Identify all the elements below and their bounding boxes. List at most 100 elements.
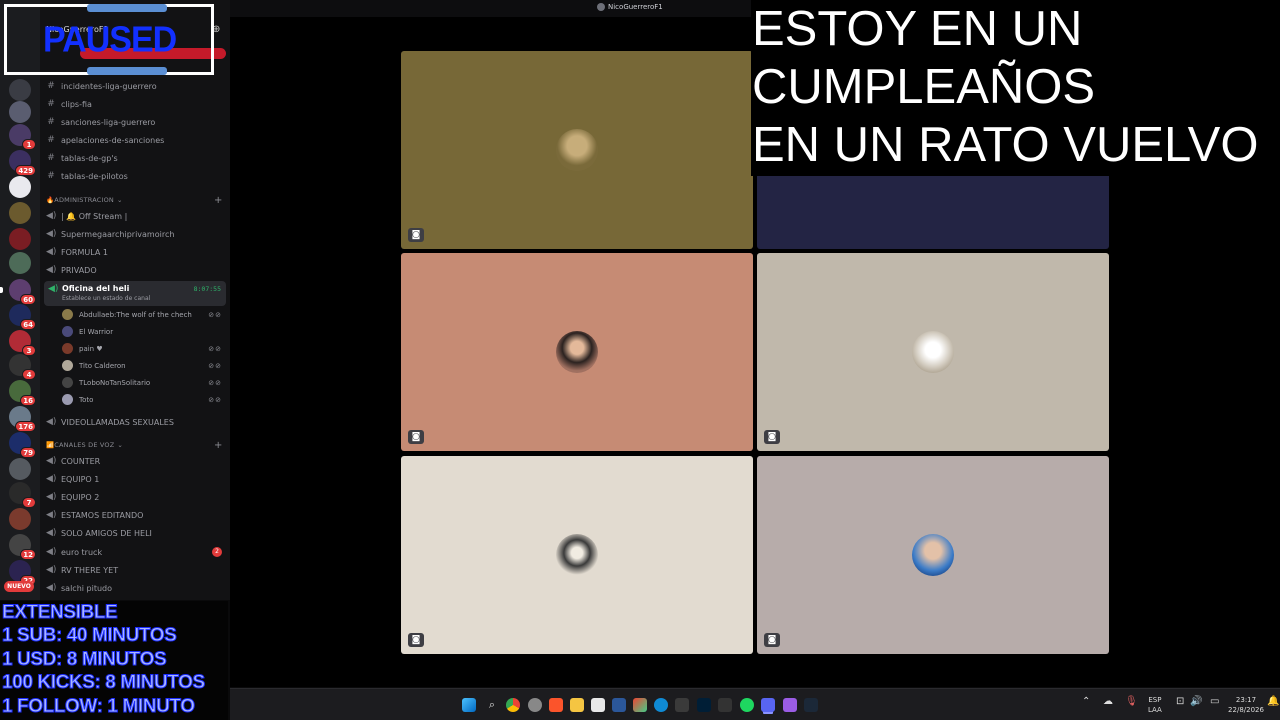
chrome-icon[interactable]: [506, 698, 520, 712]
voice-channel[interactable]: ◀) EQUIPO 2: [46, 489, 99, 505]
voice-user[interactable]: El Warrior: [62, 324, 222, 339]
channel-item[interactable]: # incidentes-liga-guerrero: [46, 78, 156, 94]
server-icon[interactable]: [9, 202, 31, 224]
hash-icon: #: [47, 135, 55, 145]
server-icon[interactable]: 22: [9, 560, 36, 586]
channel-label: euro truck: [61, 547, 103, 557]
voice-channel[interactable]: ◀) | 🔔 Off Stream |: [46, 208, 127, 224]
channel-status[interactable]: Establece un estado de canal: [62, 295, 150, 302]
voice-channel[interactable]: ◀) Supermegaarchiprivamoirch: [46, 226, 174, 242]
voice-channel[interactable]: ◀) salchi pitudo: [46, 580, 112, 596]
channel-item[interactable]: # apelaciones-de-sanciones: [46, 132, 164, 148]
server-icon[interactable]: 64: [9, 304, 36, 330]
server-icon[interactable]: 176: [9, 406, 36, 432]
copilot-icon[interactable]: [633, 698, 647, 712]
channel-item[interactable]: # tablas-de-gp's: [46, 150, 118, 166]
voice-user[interactable]: Abdullaeb:The wolf of the chech ⊘⊘: [62, 307, 222, 322]
category-voice[interactable]: 📶 CANALES DE VOZ ⌄ +: [46, 437, 230, 453]
voice-user[interactable]: TLoboNoTanSolitario ⊘⊘: [62, 375, 222, 390]
channel-label: FORMULA 1: [61, 247, 108, 257]
server-icon[interactable]: 12: [9, 534, 36, 560]
new-badge[interactable]: NUEVO: [4, 581, 34, 592]
battery-icon[interactable]: ▭: [1210, 697, 1219, 707]
volume-icon[interactable]: 🔊: [1190, 697, 1202, 707]
deafened-icon: ⊘⊘: [208, 344, 222, 353]
discord-icon[interactable]: [761, 698, 775, 712]
microphone-icon[interactable]: 🎙: [1125, 697, 1138, 707]
notification-icon[interactable]: 🔔: [1267, 697, 1279, 707]
server-icon[interactable]: [9, 458, 31, 480]
video-tile[interactable]: ◙: [401, 51, 753, 249]
app-icon[interactable]: [783, 698, 797, 712]
brave-icon[interactable]: [549, 698, 563, 712]
edge-icon[interactable]: [654, 698, 668, 712]
voice-channel[interactable]: ◀) FORMULA 1: [46, 244, 108, 260]
start-icon[interactable]: [462, 698, 476, 712]
window-title: NicoGuerreroF1: [608, 3, 663, 11]
camera-icon[interactable]: ◙: [408, 430, 424, 444]
folder-icon[interactable]: [570, 698, 584, 712]
voice-user[interactable]: Toto ⊘⊘: [62, 392, 222, 407]
voice-channel[interactable]: ◀) VIDEOLLAMADAS SEXUALES: [46, 414, 174, 430]
channel-item[interactable]: # tablas-de-pilotos: [46, 168, 128, 184]
video-tile[interactable]: ◙: [401, 456, 753, 654]
info-line: EXTENSIBLE: [2, 601, 119, 623]
server-icon[interactable]: [9, 101, 31, 123]
photoshop-icon[interactable]: [697, 698, 711, 712]
app-icon[interactable]: [718, 698, 732, 712]
active-voice-channel[interactable]: ◀) Oficina del heli Establece un estado …: [44, 281, 226, 306]
video-tile[interactable]: ◙: [401, 253, 753, 451]
app-icon[interactable]: [591, 698, 605, 712]
server-icon[interactable]: 3: [9, 330, 36, 356]
camera-icon[interactable]: ◙: [408, 633, 424, 647]
voice-user[interactable]: pain ♥ ⊘⊘: [62, 341, 222, 356]
clock[interactable]: 23:17 22/8/2026: [1227, 695, 1265, 715]
channel-label: VIDEOLLAMADAS SEXUALES: [61, 417, 174, 427]
category-admin[interactable]: 🔥 ADMINISTRACION ⌄ +: [46, 192, 230, 208]
voice-channel[interactable]: ◀) euro truck: [46, 544, 102, 560]
server-icon[interactable]: 7: [9, 482, 36, 508]
wifi-icon[interactable]: ⊡: [1176, 697, 1184, 707]
plus-icon[interactable]: +: [214, 195, 223, 206]
server-icon[interactable]: 79: [9, 432, 36, 458]
date-label: 22/8/2026: [1228, 706, 1264, 714]
server-icon[interactable]: [9, 228, 31, 250]
speaker-icon: ◀): [46, 417, 57, 427]
server-icon[interactable]: [9, 176, 31, 198]
video-tile[interactable]: ◙: [757, 456, 1109, 654]
voice-user[interactable]: Tito Calderon ⊘⊘: [62, 358, 222, 373]
server-icon[interactable]: [9, 79, 31, 101]
voice-channel[interactable]: ◀) PRIVADO: [46, 262, 97, 278]
badge: 64: [20, 319, 36, 330]
server-icon[interactable]: 1: [9, 124, 36, 150]
channel-item[interactable]: # sanciones-liga-guerrero: [46, 114, 155, 130]
app-icon[interactable]: [675, 698, 689, 712]
server-icon[interactable]: 60: [9, 279, 36, 305]
search-icon[interactable]: ⌕: [485, 698, 499, 712]
headline-line: CUMPLEAÑOS: [752, 60, 1096, 114]
speaker-icon: ◀): [46, 492, 57, 502]
word-icon[interactable]: [612, 698, 626, 712]
server-icon[interactable]: 429: [9, 150, 36, 176]
channel-item[interactable]: # clips-fia: [46, 96, 92, 112]
spotify-icon[interactable]: [740, 698, 754, 712]
input-language[interactable]: ESP LAA: [1148, 695, 1162, 715]
voice-channel[interactable]: ◀) COUNTER: [46, 453, 100, 469]
chevron-up-icon[interactable]: ⌃: [1082, 697, 1090, 707]
camera-icon[interactable]: ◙: [764, 633, 780, 647]
server-icon[interactable]: [9, 508, 31, 530]
camera-icon[interactable]: ◙: [764, 430, 780, 444]
video-tile[interactable]: ◙: [757, 253, 1109, 451]
server-icon[interactable]: 4: [9, 354, 36, 380]
plus-icon[interactable]: +: [214, 440, 223, 451]
voice-channel[interactable]: ◀) RV THERE YET: [46, 562, 118, 578]
camera-icon[interactable]: ◙: [408, 228, 424, 242]
steam-icon[interactable]: [804, 698, 818, 712]
app-icon[interactable]: [528, 698, 542, 712]
server-icon[interactable]: 16: [9, 380, 36, 406]
voice-channel[interactable]: ◀) SOLO AMIGOS DE HELI: [46, 525, 152, 541]
server-icon[interactable]: [9, 252, 31, 274]
voice-channel[interactable]: ◀) EQUIPO 1: [46, 471, 99, 487]
network-icon[interactable]: ☁: [1103, 697, 1113, 707]
voice-channel[interactable]: ◀) ESTAMOS EDITANDO: [46, 507, 143, 523]
